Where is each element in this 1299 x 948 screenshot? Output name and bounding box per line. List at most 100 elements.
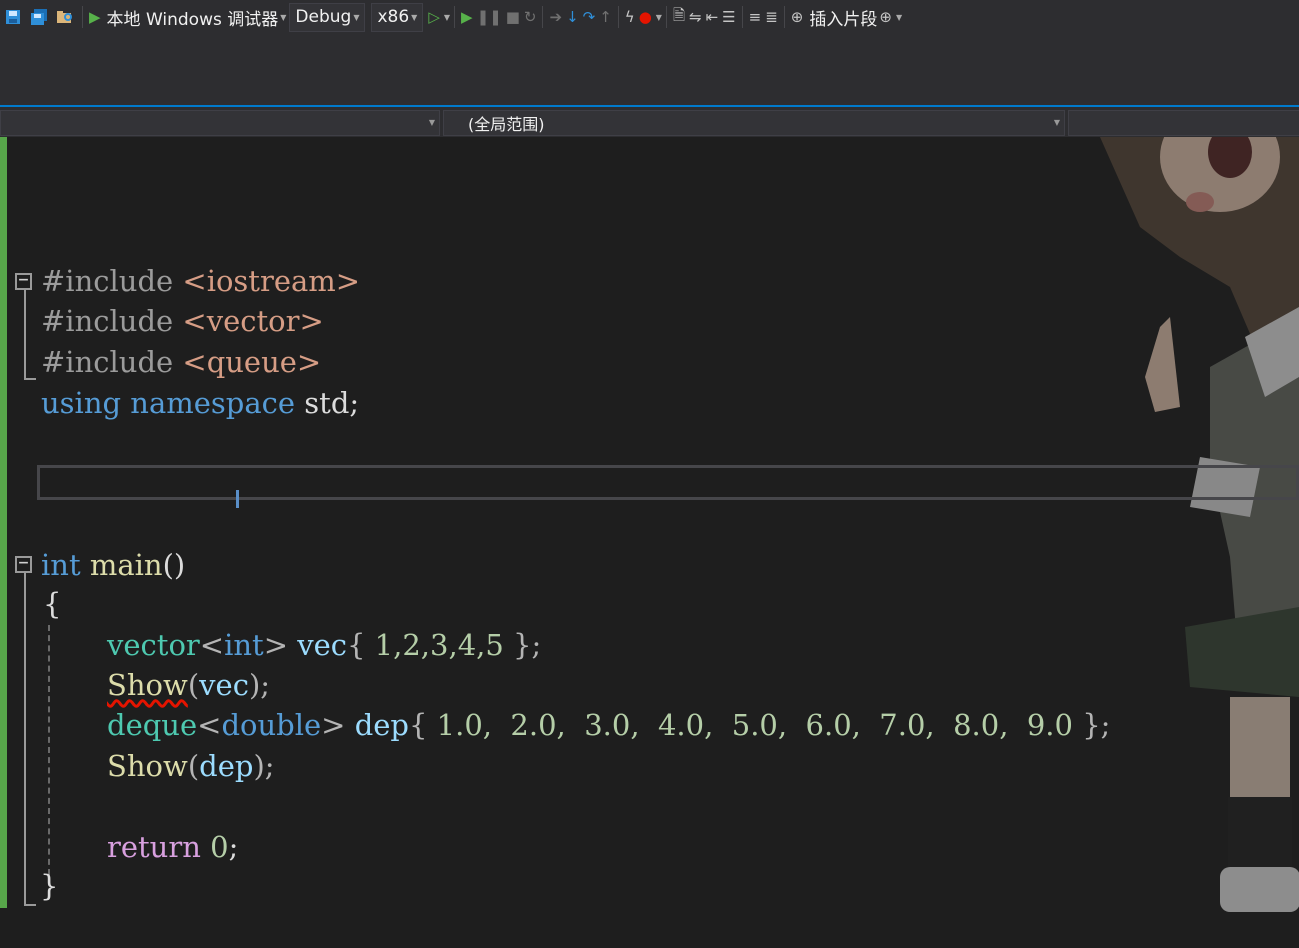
hot-reload-icon[interactable]: ϟ xyxy=(625,4,635,30)
control-keyword: return xyxy=(107,830,201,864)
insert-snippet-icon[interactable]: ⊕ xyxy=(791,4,804,30)
save-all-icon[interactable] xyxy=(28,4,50,30)
punctuation: ); xyxy=(248,668,271,702)
code-editor[interactable]: − − #include <iostream> #include <vector… xyxy=(0,137,1299,942)
code-line-10: deque<double> dep{ 1.0, 2.0, 3.0, 4.0, 5… xyxy=(107,705,1110,745)
toolbar-separator xyxy=(783,6,785,28)
outline-icon[interactable]: ☰ xyxy=(722,4,735,30)
code-line-8: vector<int> vec{ 1,2,3,4,5 }; xyxy=(107,625,541,665)
uncomment-lines-icon[interactable]: ≣ xyxy=(765,4,778,30)
chevron-down-icon: ▼ xyxy=(353,12,360,22)
step-over-icon[interactable]: ↷ xyxy=(583,4,596,30)
configuration-value: Debug xyxy=(295,7,352,27)
scope-combo-value: (全局范围) xyxy=(468,115,545,134)
variable-name: dep xyxy=(354,708,409,742)
restart-icon[interactable]: ↻ xyxy=(524,4,537,30)
keyword: namespace xyxy=(130,386,296,420)
document-icon[interactable]: 🗎 xyxy=(673,4,685,30)
code-line-13: return 0; xyxy=(107,827,238,867)
code-line-4: using namespace std; xyxy=(41,383,359,423)
source-code: #include <iostream> #include <vector> #i… xyxy=(0,137,1299,903)
header-name: <iostream> xyxy=(182,264,361,298)
debugger-target-button[interactable]: 本地 Windows 调试器 xyxy=(107,5,279,30)
scope-combo[interactable]: (全局范围) ▼ xyxy=(443,110,1065,136)
header-name: <queue> xyxy=(182,345,322,379)
comment-lines-icon[interactable]: ≡ xyxy=(749,4,762,30)
punctuation: ); xyxy=(253,749,275,783)
punctuation: > xyxy=(321,708,346,742)
type-name: deque xyxy=(107,708,198,742)
toolbar-tray xyxy=(0,34,1299,106)
start-without-debug-icon[interactable]: ▷ xyxy=(428,4,440,30)
code-line-14: } xyxy=(40,866,58,906)
chevron-down-icon[interactable]: ▼ xyxy=(280,13,286,22)
step-into-icon[interactable]: ↓ xyxy=(566,4,579,30)
variable-name: vec xyxy=(297,628,348,662)
surround-with-icon[interactable]: ⊕ xyxy=(879,4,892,30)
keyword: int xyxy=(224,628,264,662)
punctuation: }; xyxy=(513,628,542,662)
variable-name: vec xyxy=(199,668,249,702)
save-icon[interactable] xyxy=(2,4,24,30)
preprocessor-directive: #include xyxy=(41,304,174,338)
number-literal: 0 xyxy=(210,830,229,864)
code-line-2: #include <vector> xyxy=(41,301,324,341)
toolbar-separator xyxy=(454,6,456,28)
chevron-down-icon[interactable]: ▼ xyxy=(896,13,902,22)
punctuation: }; xyxy=(1082,708,1111,742)
navigation-bar: ▼ (全局范围) ▼ xyxy=(0,107,1299,138)
member-combo[interactable] xyxy=(1068,110,1299,136)
insert-snippet-button[interactable]: 插入片段 xyxy=(809,5,877,30)
stop-icon[interactable]: ■ xyxy=(506,4,520,30)
continue-icon[interactable]: ▶ xyxy=(461,4,473,30)
code-line-9: Show(vec); xyxy=(107,665,270,705)
keyword: double xyxy=(221,708,322,742)
punctuation: ; xyxy=(228,830,239,864)
punctuation: { xyxy=(408,708,428,742)
number-literals: 1,2,3,4,5 xyxy=(365,628,514,662)
configuration-select[interactable]: Debug ▼ xyxy=(289,2,366,32)
preprocessor-directive: #include xyxy=(41,264,174,298)
chevron-down-icon: ▼ xyxy=(411,12,418,22)
function-name: Show xyxy=(107,749,188,783)
pause-icon[interactable]: ❚❚ xyxy=(477,4,502,30)
code-line-6: int main() xyxy=(41,545,185,585)
keyword: using xyxy=(41,386,122,420)
variable-name: dep xyxy=(199,749,254,783)
function-call-error: Show xyxy=(107,668,188,702)
punctuation: ( xyxy=(187,749,200,783)
project-combo[interactable]: ▼ xyxy=(0,110,440,136)
toolbar-separator xyxy=(665,6,667,28)
punctuation: () xyxy=(162,548,186,582)
punctuation: < xyxy=(199,628,225,662)
punctuation: < xyxy=(197,708,222,742)
folder-search-icon[interactable] xyxy=(54,4,76,30)
toolbar-separator xyxy=(741,6,743,28)
start-debug-icon[interactable]: ▶ xyxy=(89,4,101,30)
chevron-down-icon[interactable]: ▼ xyxy=(656,13,662,22)
platform-select[interactable]: x86 ▼ xyxy=(371,2,424,32)
code-line-11: Show(dep); xyxy=(107,746,275,786)
punctuation: > xyxy=(263,628,288,662)
function-name: main xyxy=(89,548,163,582)
breakpoint-window-icon[interactable]: ● xyxy=(639,4,652,30)
keyword: int xyxy=(41,548,81,582)
chevron-down-icon: ▼ xyxy=(428,118,435,127)
toolbar-separator xyxy=(542,6,544,28)
step-out-icon[interactable]: ↑ xyxy=(599,4,612,30)
toolbar-separator xyxy=(617,6,619,28)
code-line-3: #include <queue> xyxy=(41,342,321,382)
toolbar-separator xyxy=(82,6,83,28)
toolbar: ▶ 本地 Windows 调试器 ▼ Debug ▼ x86 ▼ ▷ ▼ ▶ ❚… xyxy=(0,0,1299,34)
chevron-down-icon[interactable]: ▼ xyxy=(444,13,450,22)
punctuation: } xyxy=(40,869,59,903)
namespace-name: std; xyxy=(295,386,360,420)
code-line-1: #include <iostream> xyxy=(41,261,360,301)
punctuation: { xyxy=(347,628,366,662)
platform-value: x86 xyxy=(377,7,410,27)
outline-guide-end xyxy=(24,904,36,906)
bookmark-icon[interactable]: ⇤ xyxy=(706,4,719,30)
header-name: <vector> xyxy=(182,304,324,338)
show-next-statement-icon[interactable]: ➔ xyxy=(549,4,562,30)
quick-info-icon[interactable]: ⇋ xyxy=(689,4,702,30)
